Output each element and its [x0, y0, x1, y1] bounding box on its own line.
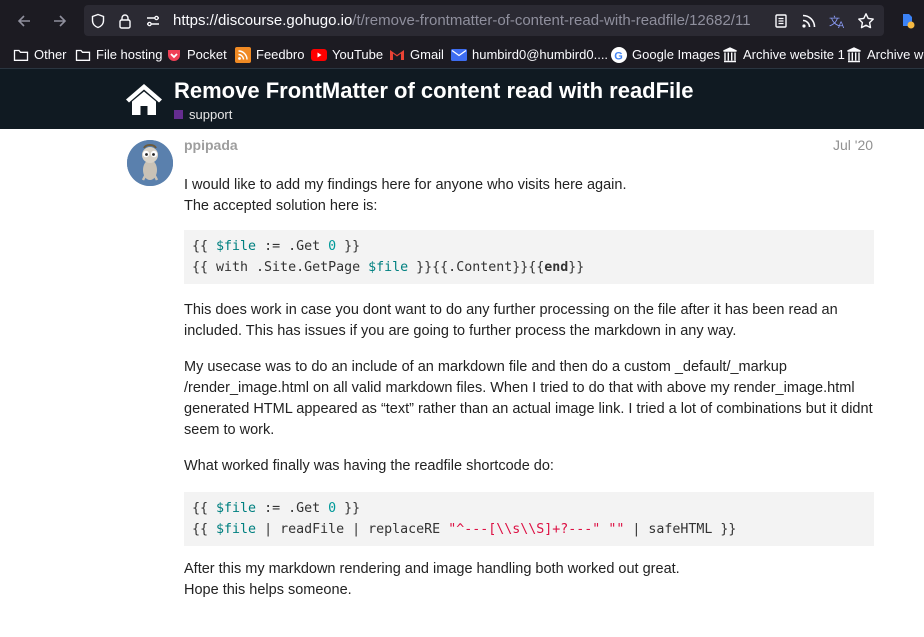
extension-button[interactable]	[894, 8, 920, 34]
paragraph-line: The accepted solution here is:	[184, 198, 378, 214]
home-icon[interactable]	[125, 82, 163, 116]
gmail-icon	[389, 47, 405, 63]
paragraph-line: Hope this helps someone.	[184, 582, 352, 598]
reader-view-icon[interactable]	[771, 11, 791, 31]
youtube-icon	[311, 47, 327, 63]
code-token: {{	[192, 522, 217, 537]
code-token: }}	[568, 260, 585, 275]
bookmark-label: Pocket	[187, 47, 227, 62]
bookmark-archive-1[interactable]: Archive website 1	[722, 45, 845, 64]
forward-arrow-icon	[54, 15, 67, 27]
pocket-icon	[166, 47, 182, 63]
code-block: {{ $file := .Get 0 }}{{ with .Site.GetPa…	[184, 230, 874, 284]
bookmark-feedbro[interactable]: Feedbro	[235, 45, 304, 64]
bookmark-google-images[interactable]: G Google Images	[611, 45, 720, 64]
code-line: {{ $file := .Get 0 }}	[192, 236, 866, 257]
bookmark-label: Archive we	[867, 47, 924, 62]
forward-button[interactable]	[47, 8, 73, 34]
archive-icon	[722, 46, 738, 63]
bookmark-label: Archive website 1	[743, 47, 845, 62]
code-number: 0	[328, 239, 337, 254]
extension-icon	[903, 14, 915, 29]
bookmark-label: Other	[34, 47, 67, 62]
archive-icon	[846, 46, 862, 63]
topic-title[interactable]: Remove FrontMatter of content read with …	[174, 78, 694, 104]
code-keyword: end	[544, 260, 569, 275]
code-variable: $file	[368, 260, 409, 275]
code-number: 0	[328, 501, 337, 516]
rss-icon	[235, 46, 251, 63]
code-token: }}	[336, 501, 361, 516]
post-paragraph: After this my markdown rendering and ima…	[184, 559, 874, 601]
bookmark-gmail[interactable]: Gmail	[389, 45, 444, 64]
code-string: "^---[\\s\\S]+?---"	[448, 522, 601, 537]
post-username[interactable]: ppipada	[184, 137, 238, 153]
code-token: {{	[192, 501, 217, 516]
post-body: I would like to add my findings here for…	[184, 175, 874, 601]
bookmark-label: Google Images	[632, 47, 721, 62]
post-paragraph: My usecase was to do an include of an ma…	[184, 359, 873, 438]
browser-toolbar: https://discourse.gohugo.io/t/remove-fro…	[0, 0, 924, 41]
code-token: := .Get	[256, 501, 329, 516]
paragraph-line: I would like to add my findings here for…	[184, 177, 627, 193]
code-variable: $file	[216, 522, 257, 537]
svg-text:A: A	[838, 21, 845, 29]
bookmark-label: Feedbro	[256, 47, 305, 62]
url-host: https://discourse.gohugo.io	[173, 12, 353, 29]
rss-icon[interactable]	[799, 11, 819, 31]
address-bar[interactable]: https://discourse.gohugo.io/t/remove-fro…	[84, 5, 884, 36]
lock-icon[interactable]	[115, 11, 135, 31]
post-paragraph: I would like to add my findings here for…	[184, 175, 874, 217]
code-token: | safeHTML }}	[624, 522, 737, 537]
bookmark-pocket[interactable]: Pocket	[166, 45, 227, 64]
paragraph-line: After this my markdown rendering and ima…	[184, 561, 680, 577]
site-header: Remove FrontMatter of content read with …	[0, 68, 924, 129]
bookmark-other[interactable]: Other	[13, 45, 67, 64]
code-token: {{	[192, 239, 217, 254]
avatar[interactable]	[127, 140, 173, 186]
code-variable: $file	[216, 501, 257, 516]
url-text[interactable]: https://discourse.gohugo.io/t/remove-fro…	[173, 12, 751, 29]
post-paragraph: What worked finally was having the readf…	[184, 458, 554, 474]
code-token: := .Get	[256, 239, 329, 254]
back-button[interactable]	[11, 8, 37, 34]
category-label: support	[189, 107, 233, 122]
back-arrow-icon	[17, 15, 30, 27]
bookmark-youtube[interactable]: YouTube	[311, 45, 383, 64]
post-paragraph: This does work in case you dont want to …	[184, 302, 838, 339]
svg-text:G: G	[614, 50, 623, 62]
category-color-swatch	[174, 110, 183, 119]
bookmark-label: YouTube	[332, 47, 384, 62]
code-line: {{ $file | readFile | replaceRE "^---[\\…	[192, 519, 866, 540]
bookmark-archive-2[interactable]: Archive we	[846, 45, 924, 64]
user-avatar-image	[127, 140, 173, 186]
bookmarks-bar: Other File hosting Pocket Feedbro YouTub…	[0, 41, 924, 68]
bookmark-label: humbird0@humbird0....	[472, 47, 609, 62]
code-token: | readFile | replaceRE	[256, 522, 449, 537]
google-icon: G	[611, 46, 627, 63]
bookmark-file-hosting[interactable]: File hosting	[75, 45, 162, 64]
bookmark-label: Gmail	[410, 47, 444, 62]
bookmark-humbird-mail[interactable]: humbird0@humbird0....	[451, 45, 608, 64]
mail-icon	[451, 47, 467, 63]
code-variable: $file	[216, 239, 257, 254]
folder-icon	[13, 47, 29, 63]
code-token: {{ with .Site.GetPage	[192, 260, 369, 275]
url-path: /t/remove-frontmatter-of-content-read-wi…	[352, 12, 751, 29]
code-string: ""	[608, 522, 625, 537]
folder-icon	[75, 47, 91, 63]
post-date[interactable]: Jul '20	[833, 137, 873, 153]
code-block: {{ $file := .Get 0 }}{{ $file | readFile…	[184, 492, 874, 546]
category-badge[interactable]: support	[174, 107, 232, 122]
code-token: }}{{.Content}}{{	[408, 260, 545, 275]
bookmark-star-icon[interactable]	[856, 11, 876, 31]
shield-icon[interactable]	[88, 11, 108, 31]
code-token: }}	[336, 239, 361, 254]
permissions-icon[interactable]	[143, 11, 163, 31]
code-line: {{ $file := .Get 0 }}	[192, 498, 866, 519]
translate-icon[interactable]: 文A	[828, 11, 848, 31]
bookmark-label: File hosting	[96, 47, 163, 62]
code-line: {{ with .Site.GetPage $file }}{{.Content…	[192, 257, 866, 278]
